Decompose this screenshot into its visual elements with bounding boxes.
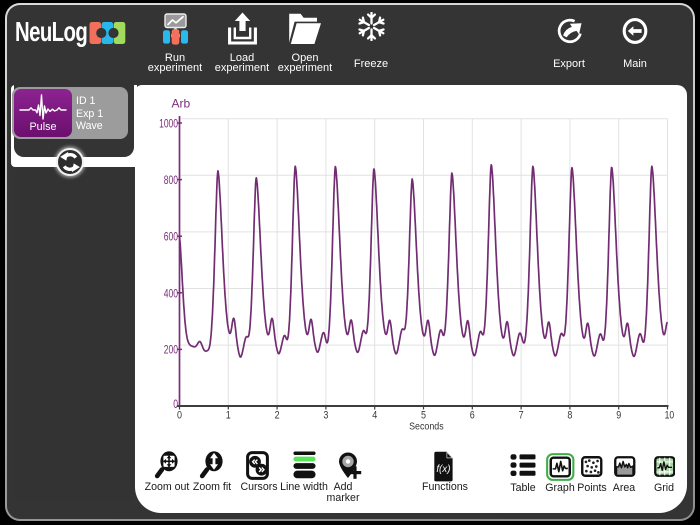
svg-text:10: 10	[665, 410, 675, 422]
svg-text:1: 1	[226, 410, 231, 422]
svg-text:Arb: Arb	[172, 97, 191, 111]
svg-text:2: 2	[275, 410, 280, 422]
svg-text:3: 3	[323, 410, 328, 422]
svg-text:0: 0	[173, 397, 178, 411]
svg-text:600: 600	[164, 230, 178, 244]
svg-text:8: 8	[567, 410, 572, 422]
svg-text:5: 5	[421, 410, 426, 422]
svg-text:6: 6	[470, 410, 475, 422]
svg-text:9: 9	[616, 410, 621, 422]
svg-text:1000: 1000	[159, 117, 178, 131]
svg-text:200: 200	[164, 343, 178, 357]
svg-text:Seconds: Seconds	[409, 421, 444, 432]
svg-text:0: 0	[177, 410, 182, 422]
svg-text:400: 400	[164, 286, 178, 300]
svg-text:7: 7	[519, 410, 524, 422]
svg-text:f(x): f(x)	[436, 464, 450, 475]
svg-text:4: 4	[372, 410, 377, 422]
svg-text:800: 800	[164, 173, 178, 187]
